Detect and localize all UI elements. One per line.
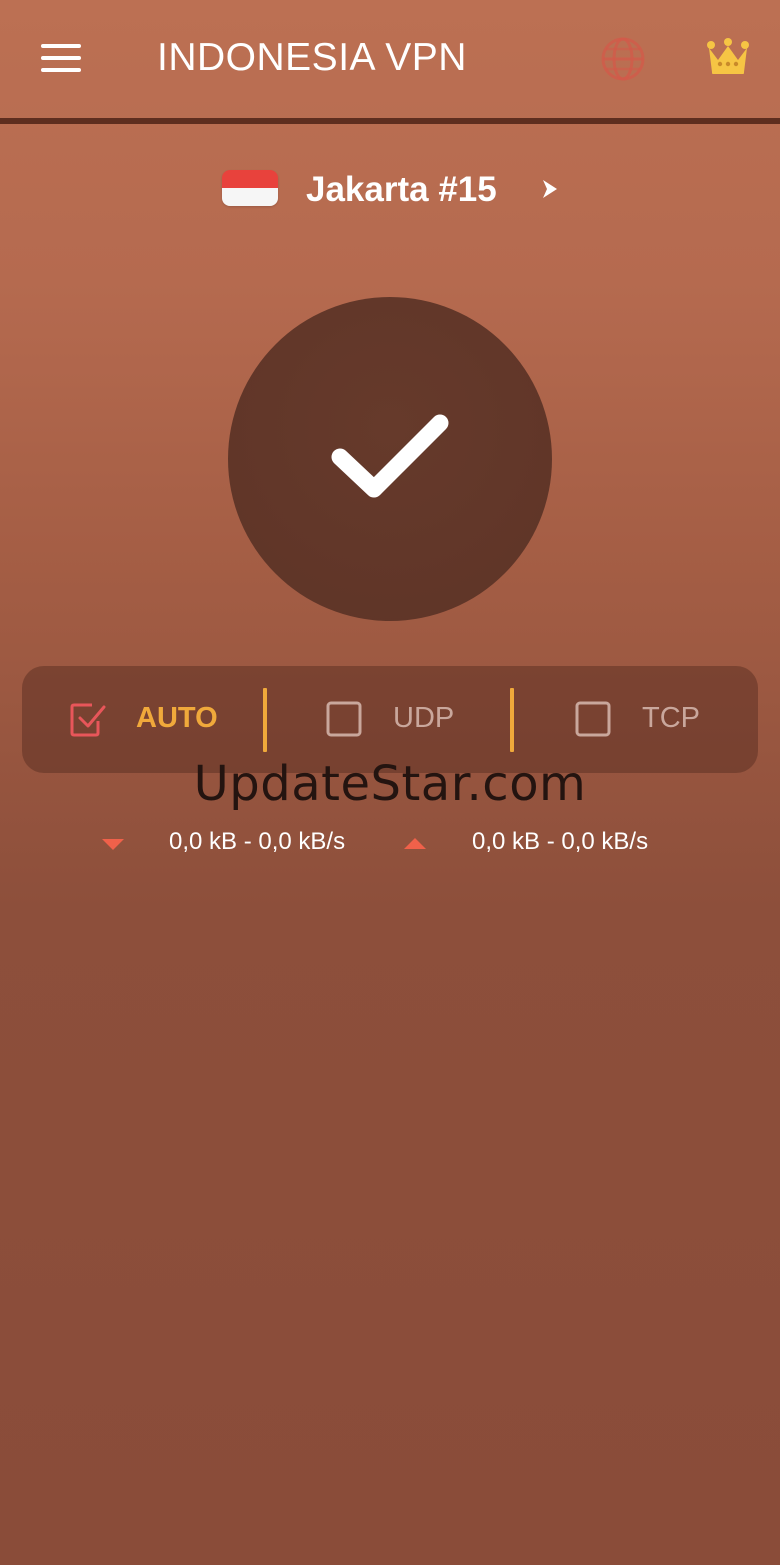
protocol-label-auto: AUTO — [136, 702, 218, 734]
hamburger-menu-icon[interactable] — [41, 44, 81, 72]
connect-button[interactable] — [228, 297, 552, 621]
upload-traffic-text: 0,0 kB - 0,0 kB/s — [472, 828, 649, 855]
checked-checkbox-icon — [68, 699, 108, 739]
watermark-text: UpdateStar.com — [193, 756, 587, 812]
protocol-divider — [510, 688, 514, 752]
globe-icon[interactable] — [600, 36, 646, 82]
protocol-divider — [263, 688, 267, 752]
upload-arrow-icon — [404, 836, 426, 849]
protocol-label-udp: UDP — [393, 702, 455, 734]
protocol-label-tcp: TCP — [642, 702, 700, 734]
chevron-right-icon — [540, 178, 560, 200]
header-divider — [0, 118, 780, 124]
top-bar: INDONESIA VPN — [0, 0, 780, 118]
server-name: Jakarta #15 — [306, 170, 497, 209]
check-icon — [328, 405, 452, 505]
unchecked-checkbox-icon — [326, 701, 362, 737]
indonesia-flag-icon — [222, 170, 278, 206]
download-arrow-icon — [102, 838, 124, 850]
unchecked-checkbox-icon — [575, 701, 611, 737]
crown-icon[interactable] — [706, 38, 750, 78]
upload-stats: 0,0 kB - 0,0 kB/s — [404, 828, 684, 860]
app-title: INDONESIA VPN — [157, 36, 467, 79]
server-selector[interactable]: Jakarta #15 — [220, 168, 570, 214]
download-stats: 0,0 kB - 0,0 kB/s — [100, 828, 380, 860]
download-traffic-text: 0,0 kB - 0,0 kB/s — [169, 828, 346, 855]
